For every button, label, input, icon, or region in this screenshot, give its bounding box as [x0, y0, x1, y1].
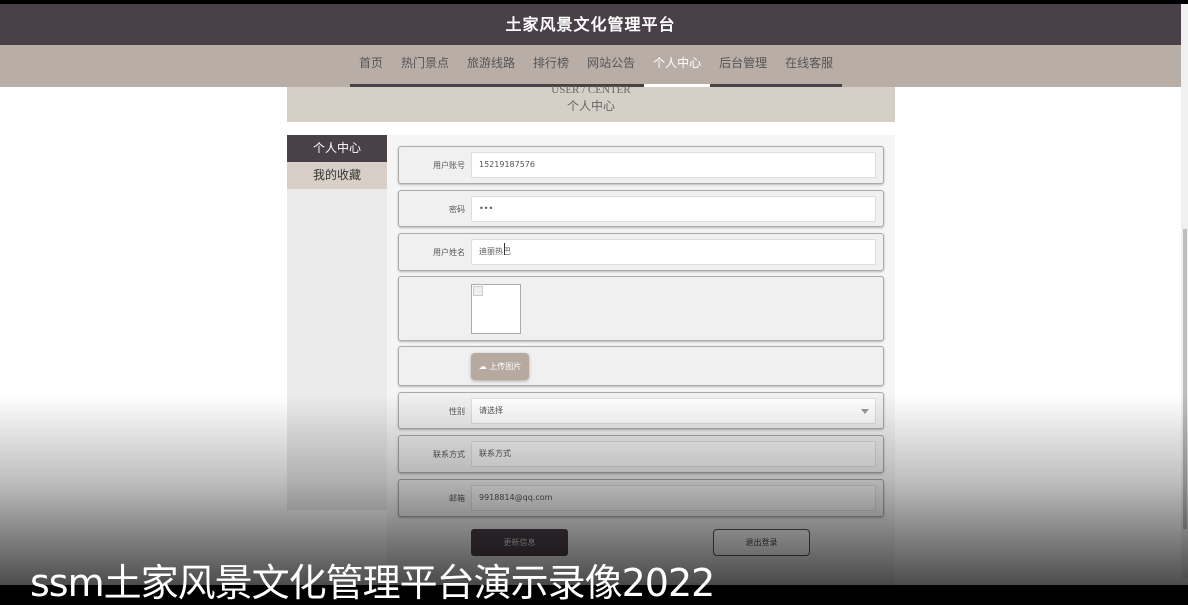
scrollbar-thumb[interactable] — [1183, 229, 1187, 529]
chevron-down-icon — [861, 409, 869, 414]
nav-item-label: 后台管理 — [719, 56, 768, 70]
nav-item-home[interactable]: 首页 — [350, 45, 393, 87]
email-label: 邮箱 — [449, 494, 465, 503]
nav-item-label: 旅游线路 — [467, 56, 516, 70]
avatar-image — [471, 284, 521, 334]
section-banner: USER / CENTER 个人中心 — [287, 84, 895, 122]
profile-form: 用户账号 15219187576 密码 ••• 用户姓名 迪丽热巴 ☁ 上传图片… — [387, 135, 895, 585]
email-input[interactable]: 9918814@qq.com — [471, 485, 876, 511]
nav-item-label: 个人中心 — [653, 56, 702, 70]
gender-row: 性别 请选择 — [398, 392, 884, 429]
nav-item-label: 首页 — [359, 56, 384, 70]
name-row: 用户姓名 迪丽热巴 — [398, 233, 884, 271]
avatar-row — [398, 276, 884, 341]
account-input[interactable]: 15219187576 — [471, 152, 876, 178]
main-nav: 首页 热门景点 旅游线路 排行榜 网站公告 个人中心 后台管理 在线客服 — [0, 45, 1181, 87]
gender-select[interactable]: 请选择 — [471, 398, 876, 424]
contact-input[interactable]: 联系方式 — [471, 441, 876, 467]
email-row: 邮箱 9918814@qq.com — [398, 479, 884, 517]
nav-item-online-service[interactable]: 在线客服 — [776, 45, 843, 87]
nav-item-notices[interactable]: 网站公告 — [578, 45, 645, 87]
nav-item-label: 在线客服 — [785, 56, 834, 70]
banner-title-en: USER / CENTER — [551, 84, 631, 96]
nav-item-label: 热门景点 — [401, 56, 450, 70]
cloud-upload-icon: ☁ — [478, 362, 487, 371]
nav-item-ranking[interactable]: 排行榜 — [524, 45, 579, 87]
logout-button[interactable]: 退出登录 — [713, 529, 810, 556]
site-title: 土家风景文化管理平台 — [0, 4, 1181, 45]
page: 土家风景文化管理平台 首页 热门景点 旅游线路 排行榜 网站公告 个人中心 后台… — [0, 0, 1188, 605]
update-info-button[interactable]: 更新信息 — [471, 529, 568, 556]
gender-label: 性别 — [449, 407, 465, 416]
contact-row: 联系方式 联系方式 — [398, 435, 884, 473]
sidebar-item-favorites[interactable]: 我的收藏 — [287, 162, 387, 189]
name-label: 用户姓名 — [433, 248, 465, 257]
nav-item-label: 网站公告 — [587, 56, 636, 70]
banner-title-cn: 个人中心 — [566, 99, 615, 113]
broken-image-icon — [473, 286, 483, 296]
password-label: 密码 — [449, 205, 465, 214]
upload-button-label: 上传图片 — [489, 362, 522, 371]
nav-items: 首页 热门景点 旅游线路 排行榜 网站公告 个人中心 后台管理 在线客服 — [350, 45, 843, 87]
nav-item-routes[interactable]: 旅游线路 — [458, 45, 525, 87]
name-input[interactable]: 迪丽热巴 — [471, 239, 876, 265]
upload-image-button[interactable]: ☁ 上传图片 — [471, 353, 529, 380]
password-row: 密码 ••• — [398, 190, 884, 227]
nav-item-admin[interactable]: 后台管理 — [710, 45, 777, 87]
nav-item-hot-spots[interactable]: 热门景点 — [392, 45, 459, 87]
page-scrollbar[interactable] — [1181, 4, 1188, 579]
sidebar-item-user-center[interactable]: 个人中心 — [287, 135, 387, 162]
upload-row: ☁ 上传图片 — [398, 346, 884, 386]
video-caption: ssm土家风景文化管理平台演示录像2022 — [30, 561, 715, 605]
text-cursor-icon — [504, 243, 505, 255]
account-row: 用户账号 15219187576 — [398, 146, 884, 184]
password-input[interactable]: ••• — [471, 196, 876, 222]
account-label: 用户账号 — [433, 161, 465, 170]
gender-select-value: 请选择 — [479, 406, 503, 415]
contact-label: 联系方式 — [433, 450, 465, 459]
nav-item-user-center[interactable]: 个人中心 — [644, 45, 711, 87]
user-sidebar: 个人中心 我的收藏 — [287, 135, 387, 510]
nav-item-label: 排行榜 — [533, 56, 570, 70]
